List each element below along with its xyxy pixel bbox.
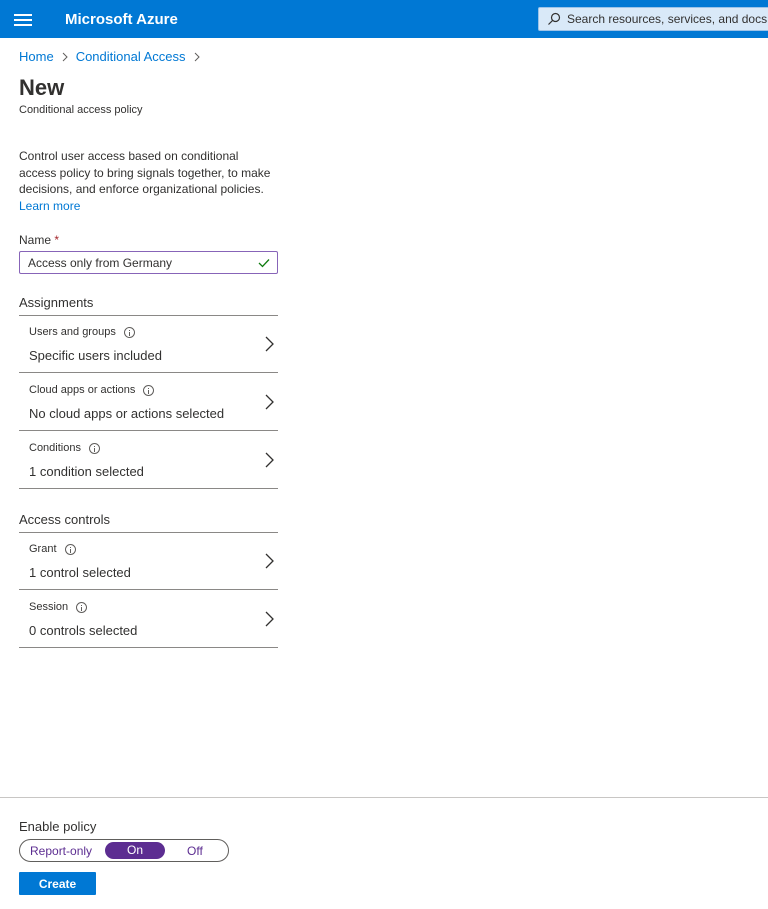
info-icon[interactable] <box>88 442 100 454</box>
row-title: Session <box>29 601 88 613</box>
row-value: No cloud apps or actions selected <box>29 406 225 421</box>
row-title-text: Users and groups <box>29 326 116 338</box>
name-field[interactable] <box>19 251 278 274</box>
toggle-on[interactable]: On <box>105 842 165 859</box>
top-bar: Microsoft Azure Search resources, servic… <box>0 0 768 38</box>
row-value: 1 control selected <box>29 565 131 580</box>
row-title-text: Conditions <box>29 442 81 454</box>
brand-title[interactable]: Microsoft Azure <box>65 11 178 28</box>
breadcrumb-chevron-icon <box>62 52 68 61</box>
toggle-report-only[interactable]: Report-only <box>30 844 92 858</box>
checkmark-icon <box>258 259 270 268</box>
search-placeholder: Search resources, services, and docs <box>567 12 768 26</box>
hamburger-menu-icon[interactable] <box>14 11 32 27</box>
info-icon[interactable] <box>64 543 76 555</box>
name-label: Name * <box>19 233 59 247</box>
search-icon <box>548 12 561 25</box>
toggle-off[interactable]: Off <box>187 844 203 858</box>
chevron-right-icon <box>265 611 274 627</box>
row-title-text: Cloud apps or actions <box>29 384 136 396</box>
info-icon[interactable] <box>123 326 135 338</box>
breadcrumb-conditional-access[interactable]: Conditional Access <box>76 49 186 64</box>
name-input[interactable] <box>28 256 248 270</box>
name-label-text: Name <box>19 233 52 247</box>
row-value: 0 controls selected <box>29 623 138 638</box>
row-title-text: Grant <box>29 543 57 555</box>
row-title: Conditions <box>29 442 100 454</box>
access-controls-header: Access controls <box>19 512 111 527</box>
page-description: Control user access based on conditional… <box>19 148 274 214</box>
info-icon[interactable] <box>76 601 88 613</box>
row-title: Grant <box>29 543 76 555</box>
row-title-text: Session <box>29 601 69 613</box>
description-text: Control user access based on conditional… <box>19 149 271 196</box>
row-value: Specific users included <box>29 348 162 363</box>
breadcrumb-chevron-icon <box>194 52 200 61</box>
required-marker: * <box>54 233 60 247</box>
row-title: Cloud apps or actions <box>29 384 155 396</box>
enable-policy-label: Enable policy <box>19 819 97 834</box>
conditions-row[interactable]: Conditions 1 condition selected <box>19 431 278 489</box>
assignments-header: Assignments <box>19 295 94 310</box>
learn-more-link[interactable]: Learn more <box>19 199 80 213</box>
footer-divider <box>0 797 768 798</box>
enable-policy-toggle[interactable]: Report-only On Off <box>19 839 229 862</box>
info-icon[interactable] <box>143 384 155 396</box>
chevron-right-icon <box>265 394 274 410</box>
breadcrumb: Home Conditional Access <box>19 49 208 64</box>
row-title: Users and groups <box>29 326 135 338</box>
chevron-right-icon <box>265 553 274 569</box>
page-title: New <box>19 75 65 100</box>
cloud-apps-row[interactable]: Cloud apps or actions No cloud apps or a… <box>19 373 278 431</box>
users-and-groups-row[interactable]: Users and groups Specific users included <box>19 315 278 373</box>
session-row[interactable]: Session 0 controls selected <box>19 590 278 648</box>
search-box[interactable]: Search resources, services, and docs <box>538 7 768 31</box>
chevron-right-icon <box>265 452 274 468</box>
breadcrumb-home[interactable]: Home <box>19 49 54 64</box>
chevron-right-icon <box>265 336 274 352</box>
page-subtitle: Conditional access policy <box>19 104 143 116</box>
row-value: 1 condition selected <box>29 464 144 479</box>
create-button[interactable]: Create <box>19 872 96 895</box>
grant-row[interactable]: Grant 1 control selected <box>19 532 278 590</box>
